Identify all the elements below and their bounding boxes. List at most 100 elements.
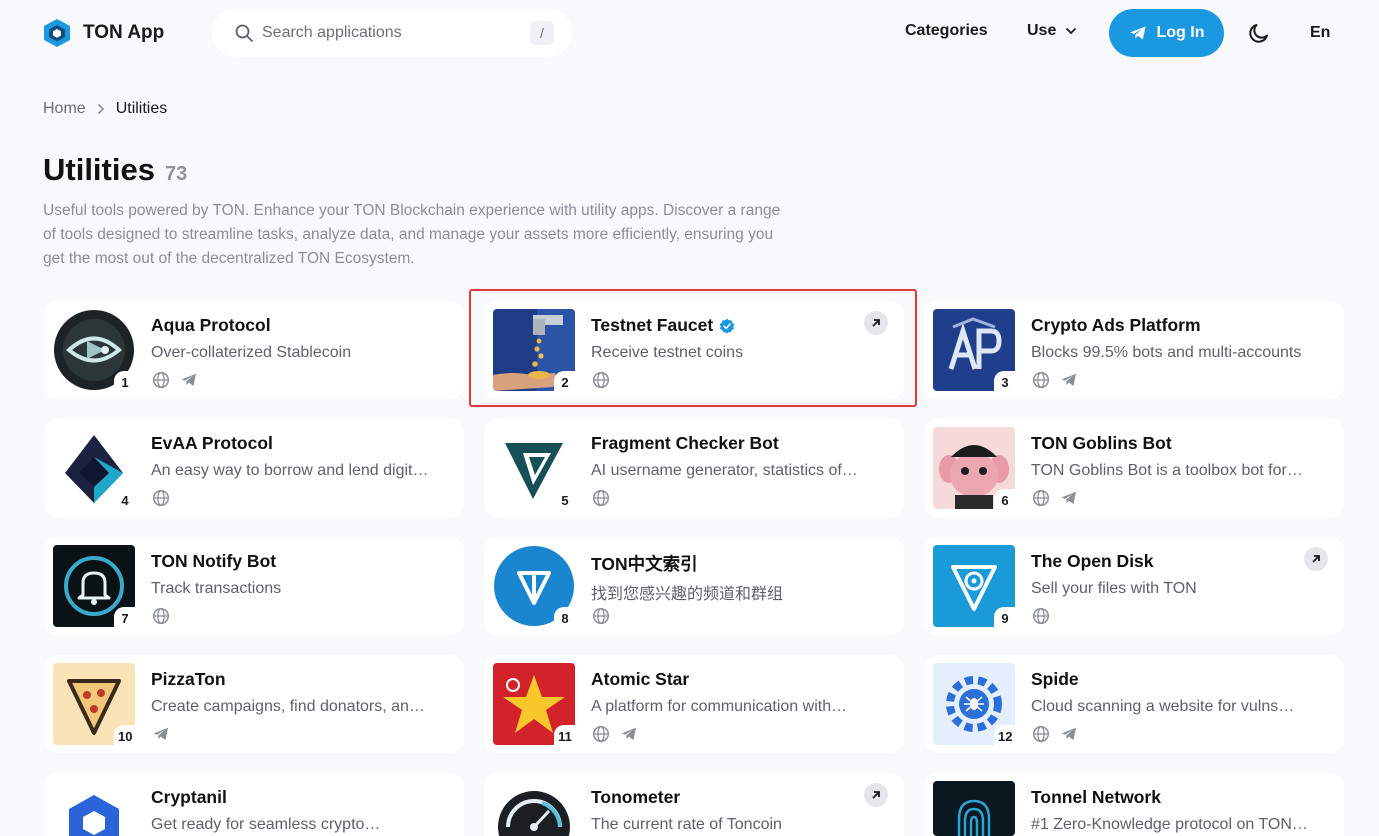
app-name-text: TON中文索引	[591, 554, 698, 574]
rank-badge: 10	[114, 725, 137, 747]
arrow-up-right-icon	[872, 791, 880, 799]
search-shortcut-badge: /	[530, 21, 554, 45]
telegram-icon[interactable]	[1060, 725, 1078, 743]
app-name: Testnet Faucet	[591, 315, 735, 336]
rank-badge: 5	[554, 489, 576, 511]
logo-text: TON App	[83, 22, 165, 43]
app-card[interactable]: 3 Crypto Ads Platform Blocks 99.5% bots …	[924, 301, 1344, 399]
app-name-text: Tonometer	[591, 787, 681, 807]
app-name: Crypto Ads Platform	[1031, 315, 1201, 336]
nav-categories[interactable]: Categories	[905, 22, 988, 40]
app-description: An easy way to borrow and lend digit…	[151, 462, 429, 479]
globe-icon[interactable]	[592, 607, 610, 625]
telegram-icon[interactable]	[180, 371, 198, 389]
app-card[interactable]: 2 Testnet Faucet Receive testnet coins	[484, 301, 904, 399]
globe-icon[interactable]	[152, 607, 170, 625]
globe-icon[interactable]	[152, 489, 170, 507]
page-title-text: Utilities	[43, 152, 155, 187]
page-title: Utilities 73	[43, 152, 187, 188]
globe-icon[interactable]	[152, 371, 170, 389]
telegram-icon[interactable]	[1060, 371, 1078, 389]
app-card[interactable]: Tonnel Network #1 Zero-Knowledge protoco…	[924, 773, 1344, 836]
app-card[interactable]: 11 Atomic Star A platform for communicat…	[484, 655, 904, 753]
app-links	[152, 489, 170, 507]
app-name-text: TON Notify Bot	[151, 551, 277, 571]
app-description: A platform for communication with…	[591, 698, 848, 715]
app-description: Track transactions	[151, 580, 282, 597]
external-link-button[interactable]	[1304, 547, 1328, 571]
app-card[interactable]: 1 Aqua Protocol Over-collaterized Stable…	[44, 301, 464, 399]
breadcrumb-home[interactable]: Home	[43, 100, 86, 118]
chevron-right-icon	[97, 104, 104, 114]
app-card[interactable]: Cryptanil Get ready for seamless crypto…	[44, 773, 464, 836]
app-name: Atomic Star	[591, 669, 689, 690]
arrow-up-right-icon	[1312, 555, 1320, 563]
app-name-text: PizzaTon	[151, 669, 226, 689]
app-card[interactable]: 9 The Open Disk Sell your files with TON	[924, 537, 1344, 635]
telegram-icon[interactable]	[620, 725, 638, 743]
app-description: #1 Zero-Knowledge protocol on TON…	[1031, 816, 1308, 833]
rank-badge: 7	[114, 607, 136, 629]
telegram-icon[interactable]	[1060, 489, 1078, 507]
top-header: TON App / Categories Use Log In En	[0, 0, 1379, 66]
app-name: Spide	[1031, 669, 1079, 690]
app-name: TON Goblins Bot	[1031, 433, 1172, 454]
app-card[interactable]: 4 EvAA Protocol An easy way to borrow an…	[44, 419, 464, 517]
telegram-icon[interactable]	[152, 725, 170, 743]
rank-badge: 8	[554, 607, 576, 629]
app-card[interactable]: 6 TON Goblins Bot TON Goblins Bot is a t…	[924, 419, 1344, 517]
globe-icon[interactable]	[1032, 607, 1050, 625]
login-button[interactable]: Log In	[1109, 9, 1224, 57]
app-card[interactable]: 8 TON中文索引 找到您感兴趣的频道和群组	[484, 537, 904, 635]
chevron-down-icon	[1066, 28, 1077, 34]
search-bar[interactable]: /	[212, 9, 572, 57]
app-description: TON Goblins Bot is a toolbox bot for…	[1031, 462, 1303, 479]
app-name-text: Aqua Protocol	[151, 315, 271, 335]
app-description: The current rate of Toncoin	[591, 816, 782, 833]
app-icon-cryptanil	[53, 781, 135, 836]
breadcrumb: Home Utilities	[43, 100, 167, 118]
app-links	[592, 489, 610, 507]
external-link-button[interactable]	[864, 311, 888, 335]
nav-categories-label: Categories	[905, 22, 988, 39]
app-links	[592, 725, 638, 743]
app-description: Receive testnet coins	[591, 344, 744, 361]
app-description: Sell your files with TON	[1031, 580, 1197, 597]
app-description: Blocks 99.5% bots and multi-accounts	[1031, 344, 1302, 361]
globe-icon[interactable]	[592, 725, 610, 743]
app-links	[592, 607, 610, 625]
app-links	[1032, 489, 1078, 507]
app-links	[1032, 371, 1078, 389]
app-description: Over-collaterized Stablecoin	[151, 344, 352, 361]
app-card[interactable]: 10 PizzaTon Create campaigns, find donat…	[44, 655, 464, 753]
external-link-button[interactable]	[864, 783, 888, 807]
app-count: 73	[164, 163, 188, 185]
rank-badge: 9	[994, 607, 1016, 629]
app-name: Cryptanil	[151, 787, 227, 808]
app-card[interactable]: Tonometer The current rate of Toncoin	[484, 773, 904, 836]
app-icon-tonometer	[493, 781, 575, 836]
search-input[interactable]	[262, 24, 530, 42]
globe-icon[interactable]	[1032, 725, 1050, 743]
app-links	[1032, 725, 1078, 743]
logo[interactable]: TON App	[43, 18, 164, 48]
app-name-text: TON Goblins Bot	[1031, 433, 1172, 453]
app-name-text: Testnet Faucet	[591, 315, 714, 335]
app-name-text: Spide	[1031, 669, 1079, 689]
globe-icon[interactable]	[592, 489, 610, 507]
moon-icon[interactable]	[1247, 21, 1271, 45]
globe-icon[interactable]	[1032, 371, 1050, 389]
app-card[interactable]: 5 Fragment Checker Bot AI username gener…	[484, 419, 904, 517]
app-card[interactable]: 7 TON Notify Bot Track transactions	[44, 537, 464, 635]
app-description: Cloud scanning a website for vulns…	[1031, 698, 1295, 715]
app-name: Tonometer	[591, 787, 680, 808]
app-card[interactable]: 12 Spide Cloud scanning a website for vu…	[924, 655, 1344, 753]
globe-icon[interactable]	[1032, 489, 1050, 507]
globe-icon[interactable]	[592, 371, 610, 389]
app-description: Create campaigns, find donators, an…	[151, 698, 425, 715]
nav-use-dropdown[interactable]: Use	[1027, 22, 1078, 40]
rank-badge: 4	[114, 489, 136, 511]
app-name: TON Notify Bot	[151, 551, 276, 572]
language-switcher[interactable]: En	[1310, 24, 1330, 42]
app-description: AI username generator, statistics of…	[591, 462, 858, 479]
